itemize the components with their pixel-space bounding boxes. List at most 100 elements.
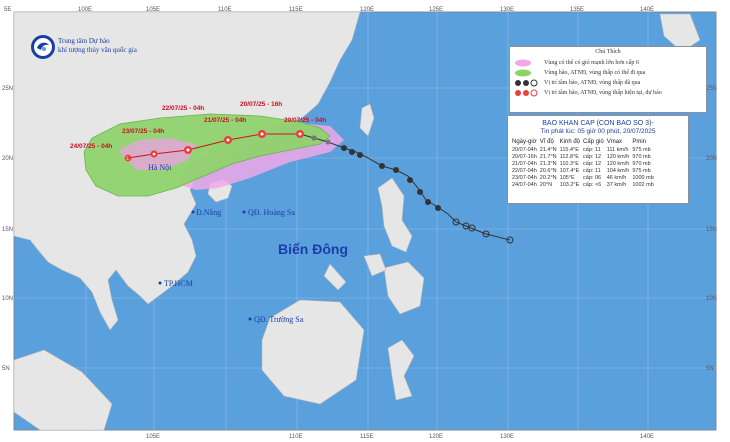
table-cell: 970 mb	[632, 160, 651, 167]
lat-label: 25N	[706, 86, 717, 92]
forecast-time-label: 24/07/25 - 04h	[70, 143, 112, 150]
past-position-marker	[379, 163, 385, 169]
table-cell: 20.6°N	[539, 167, 557, 174]
lat-label: 15N	[706, 227, 717, 233]
lon-label: 115E	[360, 434, 374, 440]
lon-label: 100E	[78, 7, 92, 13]
table-row: 24/07-04h 20°N 103.2°E cấp: <6 37 km/h 1002 m…	[512, 181, 657, 188]
issue-time: Tin phát lúc: 05 giờ 00 phút, 20/07/2025	[540, 128, 656, 135]
lon-label: 125E	[429, 7, 443, 13]
past-position-marker	[349, 149, 355, 155]
past-center-symbols-icon	[515, 79, 538, 87]
org-line: Trung tâm Dự báo	[58, 37, 110, 45]
lat-label: 5N	[2, 366, 10, 372]
table-row: 20/07-16h 21.7°N 112.8°E cấp: 12 120 km/h 970…	[512, 153, 657, 160]
table-cell: 20/07-16h	[512, 153, 537, 160]
legend-item-label: Vị trí tâm bão, ATNĐ, vùng thấp hiện tại…	[544, 90, 662, 96]
lat-label: 25N	[2, 86, 13, 92]
table-header: Vmax	[606, 139, 623, 145]
svg-text:L: L	[126, 156, 129, 162]
danang-label: Đ.Nẵng	[196, 208, 221, 217]
lon-label: 105E	[146, 7, 160, 13]
forecast-center-symbols-icon	[515, 89, 538, 97]
table-header: Pmin	[632, 139, 647, 145]
legend-title: Chú Thích	[595, 49, 621, 55]
past-position-marker	[393, 167, 399, 173]
past-position-marker	[417, 189, 423, 195]
table-cell: cấp: 06	[583, 174, 602, 181]
storm-icon	[296, 130, 304, 138]
table-cell: cấp: 11	[583, 167, 601, 174]
legend-item-label: Vùng bão, ATNĐ, vùng thấp có thể đi qua	[544, 70, 646, 76]
truongsa-marker	[248, 317, 252, 321]
table-cell: 21.7°N	[539, 153, 557, 160]
nchmf-logo	[31, 35, 55, 59]
lon-label: 115E	[289, 7, 303, 13]
org-line: khí tượng thủy văn quốc gia	[58, 46, 137, 54]
table-row: 22/07-04h 20.6°N 107.4°E cấp: 11 104 km/h 975…	[512, 167, 657, 174]
legend-item: Vị trí tâm bão, ATNĐ, vùng thấp đã qua	[510, 78, 706, 88]
lat-label: 20N	[2, 156, 13, 162]
table-cell: 20.2°N	[539, 174, 557, 181]
table-cell: cấp: 12	[583, 153, 602, 160]
table-row: 21/07-04h 21.3°N 110.3°E cấp: 12 120 km/h 970…	[512, 160, 657, 167]
forecast-table: Ngày-giờ Vĩ độ Kinh độ Cấp gió Vmax Pmin…	[512, 139, 657, 188]
table-cell: 24/07-04h	[512, 181, 537, 188]
lat-label: 15N	[2, 227, 13, 233]
table-cell: 107.4°E	[559, 167, 580, 174]
table-cell: cấp: <6	[583, 181, 602, 188]
table-cell: 112.8°E	[559, 153, 579, 160]
past-position-marker	[407, 177, 413, 183]
hoangsa-label: QĐ. Hoàng Sa	[248, 208, 295, 217]
lon-label: 120E	[360, 7, 374, 13]
lat-label: 10N	[2, 296, 13, 302]
table-cell: 111 km/h	[606, 146, 629, 153]
table-cell: 975 mb	[632, 167, 651, 174]
lat-label: 5N	[706, 366, 714, 372]
legend-panel: Chú Thích Vùng có thể có gió mạnh lớn hơ…	[509, 46, 707, 113]
bulletin-title: BAO KHAN CAP (CON BAO SO 3)-	[542, 120, 654, 127]
table-row: 20/07-04h 21.4°N 115.4°E cấp: 11 111 km/h 975…	[512, 146, 657, 153]
table-cell: 115.4°E	[559, 146, 579, 153]
lon-label: 130E	[500, 434, 514, 440]
lat-label: 10N	[706, 296, 717, 302]
hanoi-label: Hà Nội	[148, 163, 172, 172]
cone-swatch-icon	[515, 69, 531, 77]
forecast-time-label: 23/07/25 - 04h	[122, 128, 164, 135]
lon-label: 120E	[429, 434, 443, 440]
lat-label: 20N	[706, 156, 717, 162]
table-cell: 21.3°N	[539, 160, 557, 167]
table-cell: 23/07-04h	[512, 174, 537, 181]
table-header-row: Ngày-giờ Vĩ độ Kinh độ Cấp gió Vmax Pmin	[512, 139, 657, 146]
past-position-marker	[425, 199, 431, 205]
forecast-time-label: 21/07/25 - 04h	[204, 117, 246, 124]
lon-label: 110E	[218, 7, 232, 13]
forecast-time-label: 20/07/25 - 04h	[284, 117, 326, 124]
past-position-marker	[435, 205, 441, 211]
legend-item-label: Vùng có thể có gió mạnh lớn hơn cấp 6	[544, 60, 639, 66]
table-cell: 104 km/h	[606, 167, 630, 174]
map-frame: 5E 100E 105E 110E 115E 120E 125E 130E 13…	[0, 0, 730, 442]
forecast-time-label: 20/07/25 - 16h	[240, 101, 282, 108]
table-header: Ngày-giờ	[512, 139, 537, 145]
lon-label: 5E	[4, 7, 11, 13]
lon-label: 140E	[640, 7, 654, 13]
past-position-marker	[341, 145, 347, 151]
table-cell: 21/07-04h	[512, 160, 537, 167]
table-cell: 37 km/h	[606, 181, 627, 188]
lon-label: 140E	[640, 434, 654, 440]
danang-marker	[191, 210, 195, 214]
legend-item: Vùng bão, ATNĐ, vùng thấp có thể đi qua	[510, 68, 706, 78]
storm-info-panel: BAO KHAN CAP (CON BAO SO 3)- Tin phát lú…	[507, 115, 689, 204]
lon-label: 130E	[500, 7, 514, 13]
table-cell: 1002 mb	[632, 181, 654, 188]
table-header: Kinh độ	[559, 139, 581, 145]
organization-name: Trung tâm Dự báo khí tượng thủy văn quốc…	[58, 37, 137, 55]
legend-item: Vùng có thể có gió mạnh lớn hơn cấp 6	[510, 58, 706, 68]
past-position-marker	[325, 139, 331, 145]
past-position-marker	[357, 152, 363, 158]
table-row: 23/07-04h 20.2°N 105°E cấp: 06 46 km/h 1000 m…	[512, 174, 657, 181]
table-header: Cấp gió	[583, 139, 604, 145]
table-cell: 46 km/h	[606, 174, 627, 181]
table-cell: 21.4°N	[539, 146, 557, 153]
